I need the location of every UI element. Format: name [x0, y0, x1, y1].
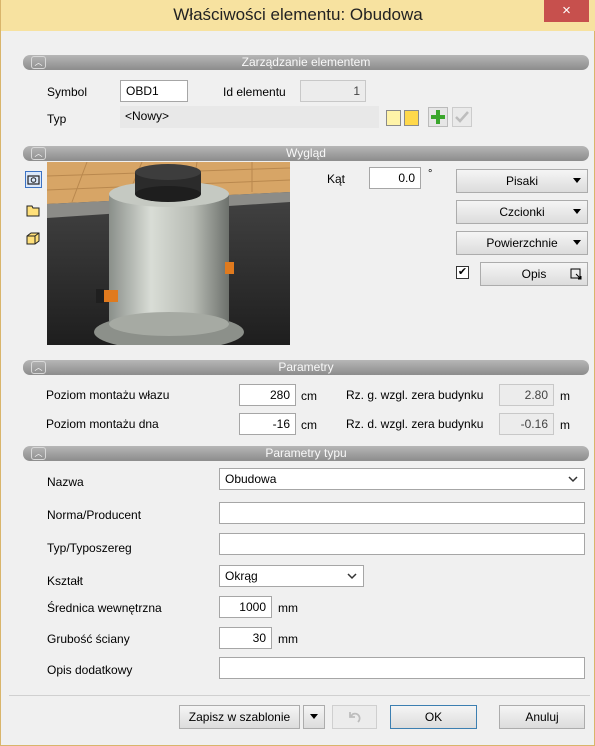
name-value: Obudowa [225, 472, 277, 486]
chevron-down-icon [573, 240, 581, 245]
fonts-label: Czcionki [499, 205, 545, 219]
fonts-dropdown-button[interactable]: Czcionki [456, 200, 588, 224]
section-header-type-parameters[interactable]: ︿ Parametry typu [23, 446, 589, 461]
section-header-appearance[interactable]: ︿ Wygląd [23, 146, 589, 161]
extra-description-label: Opis dodatkowy [47, 663, 133, 677]
top-level-input[interactable]: 280 [239, 384, 296, 406]
collapse-icon[interactable]: ︿ [31, 447, 46, 460]
bottom-relative-unit: m [560, 418, 570, 432]
camera-icon [27, 175, 40, 185]
ok-button[interactable]: OK [390, 705, 477, 729]
name-label: Nazwa [47, 475, 84, 489]
pens-dropdown-button[interactable]: Pisaki [456, 169, 588, 193]
norm-input[interactable] [219, 502, 585, 524]
view-box-tab[interactable] [25, 230, 42, 247]
cancel-button[interactable]: Anuluj [499, 705, 585, 729]
surfaces-dropdown-button[interactable]: Powierzchnie [456, 231, 588, 255]
wall-thickness-label: Grubość ściany [47, 632, 130, 646]
type-field: <Nowy> [120, 106, 379, 128]
diameter-input[interactable]: 1000 [219, 596, 272, 618]
shape-label: Kształt [47, 574, 84, 588]
confirm-type-button[interactable] [452, 107, 472, 127]
top-relative-label: Rz. g. wzgl. zera budynku [346, 388, 484, 402]
lightbulb-down-icon[interactable] [404, 110, 419, 126]
norm-label: Norma/Producent [47, 508, 142, 522]
plus-icon [431, 110, 445, 124]
folder-icon [26, 205, 40, 217]
title-bar[interactable]: Właściwości elementu: Obudowa × [1, 0, 595, 31]
view-plan-tab[interactable] [25, 202, 42, 219]
section-header-management[interactable]: ︿ Zarządzanie elementem [23, 55, 589, 70]
description-button[interactable]: Opis [480, 262, 588, 286]
chevron-down-icon [310, 714, 318, 719]
chevron-down-icon [573, 209, 581, 214]
top-relative-field: 2.80 [499, 384, 554, 406]
bottom-level-label: Poziom montażu dna [46, 417, 159, 431]
save-template-button[interactable]: Zapisz w szablonie [179, 705, 300, 729]
undo-icon [348, 712, 361, 723]
chevron-down-icon [347, 573, 357, 580]
name-select[interactable]: Obudowa [219, 468, 585, 490]
view-3d-tab[interactable] [25, 171, 42, 188]
wall-thickness-unit: mm [278, 632, 298, 646]
collapse-icon[interactable]: ︿ [31, 147, 46, 160]
dialog-window: Właściwości elementu: Obudowa × ︿ Zarząd… [0, 0, 595, 746]
symbol-label: Symbol [47, 85, 88, 99]
undo-button[interactable] [332, 705, 377, 729]
symbol-input[interactable]: OBD1 [120, 80, 188, 102]
add-type-button[interactable] [428, 107, 448, 127]
close-icon: × [562, 2, 571, 19]
top-level-unit: cm [301, 389, 317, 403]
extra-description-input[interactable] [219, 657, 585, 679]
section-title: Wygląd [286, 146, 326, 160]
bottom-relative-field: -0.16 [499, 413, 554, 435]
pens-label: Pisaki [505, 174, 538, 188]
type-label: Typ [47, 112, 67, 126]
angle-input[interactable]: 0.0 [369, 167, 421, 189]
diameter-label: Średnica wewnętrzna [47, 601, 162, 615]
footer-divider [9, 695, 590, 696]
bottom-relative-label: Rz. d. wzgl. zera budynku [346, 417, 484, 431]
angle-label: Kąt [327, 172, 346, 186]
id-field: 1 [300, 80, 366, 102]
wall-thickness-input[interactable]: 30 [219, 627, 272, 649]
angle-unit: ° [428, 168, 433, 180]
window-title: Właściwości elementu: Obudowa [173, 5, 423, 24]
shape-value: Okrąg [225, 569, 258, 583]
top-level-label: Poziom montażu włazu [46, 388, 170, 402]
description-checkbox[interactable]: ✔ [456, 266, 469, 279]
section-title: Parametry typu [265, 446, 347, 460]
cube-icon [26, 232, 40, 245]
bottom-level-input[interactable]: -16 [239, 413, 296, 435]
chevron-down-icon [568, 476, 578, 483]
collapse-icon[interactable]: ︿ [31, 56, 46, 69]
preview-image [47, 162, 290, 345]
bottom-level-unit: cm [301, 418, 317, 432]
check-icon [455, 111, 469, 123]
open-window-icon [570, 268, 582, 280]
top-relative-unit: m [560, 389, 570, 403]
collapse-icon[interactable]: ︿ [31, 361, 46, 374]
description-label: Opis [521, 267, 547, 281]
series-input[interactable] [219, 533, 585, 555]
chevron-down-icon [573, 178, 581, 183]
series-label: Typ/Typoszereg [47, 541, 132, 555]
shape-select[interactable]: Okrąg [219, 565, 364, 587]
section-title: Parametry [278, 360, 334, 374]
diameter-unit: mm [278, 601, 298, 615]
section-header-parameters[interactable]: ︿ Parametry [23, 360, 589, 375]
save-template-dropdown[interactable] [303, 705, 325, 729]
lightbulb-up-icon[interactable] [386, 110, 401, 126]
close-button[interactable]: × [544, 0, 589, 22]
id-label: Id elementu [223, 85, 286, 99]
section-title: Zarządzanie elementem [241, 55, 371, 69]
surfaces-label: Powierzchnie [486, 236, 558, 250]
